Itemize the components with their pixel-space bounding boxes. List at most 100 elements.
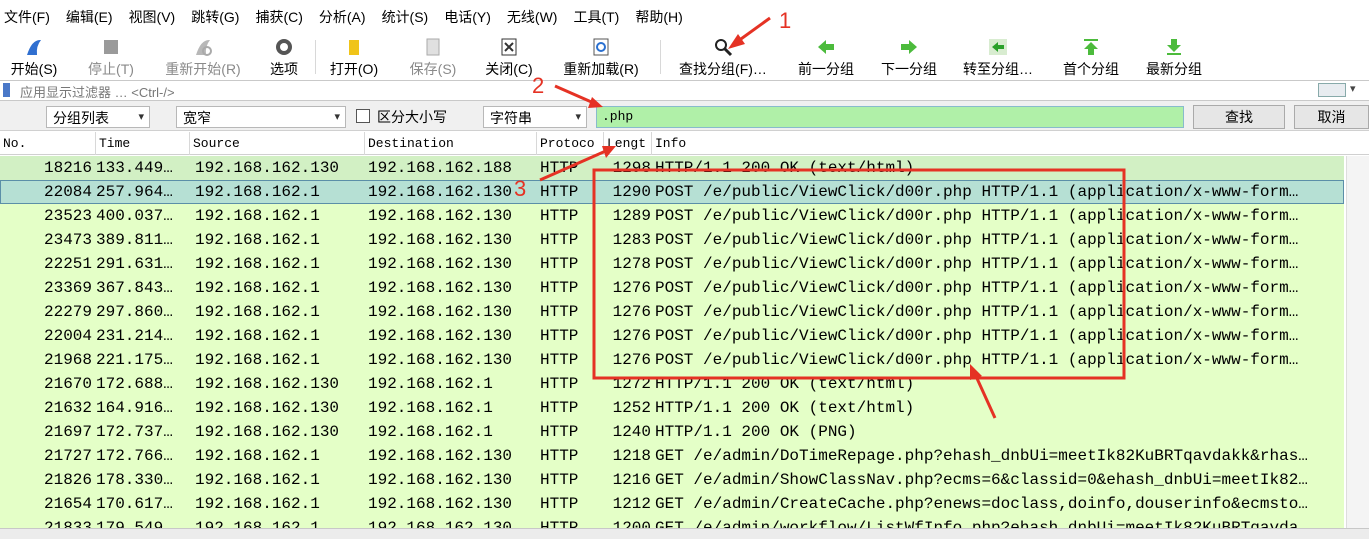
next-packet-label: 下一分组 bbox=[881, 61, 937, 77]
packet-row[interactable]: 21697 172.737… 192.168.162.130 192.168.162.… bbox=[0, 420, 1344, 444]
packet-row[interactable]: 21632 164.916… 192.168.162.130 192.168.162.… bbox=[0, 396, 1344, 420]
row-no: 21697 bbox=[43, 423, 92, 441]
row-length: 1276 bbox=[612, 303, 651, 321]
row-destination: 192.168.162.1 bbox=[368, 423, 493, 441]
row-length: 1216 bbox=[612, 471, 651, 489]
menu-go[interactable]: 跳转(G) bbox=[191, 7, 239, 27]
row-info: HTTP/1.1 200 OK (text/html) bbox=[655, 159, 915, 177]
menu-file[interactable]: 文件(F) bbox=[4, 7, 50, 27]
row-destination: 192.168.162.130 bbox=[368, 255, 513, 273]
row-length: 1290 bbox=[612, 183, 651, 201]
stop-capture-button[interactable]: 停止(T) bbox=[82, 34, 140, 80]
column-header-no[interactable]: No. bbox=[0, 132, 96, 155]
reload-file-button[interactable]: 重新加载(R) bbox=[557, 34, 645, 80]
row-source: 192.168.162.1 bbox=[195, 303, 320, 321]
column-header-protocol[interactable]: Protoco bbox=[537, 132, 604, 155]
menu-analyze[interactable]: 分析(A) bbox=[319, 7, 366, 27]
packet-row[interactable]: 21826 178.330… 192.168.162.1 192.168.162.13… bbox=[0, 468, 1344, 492]
row-source: 192.168.162.130 bbox=[195, 159, 340, 177]
column-header-source[interactable]: Source bbox=[190, 132, 365, 155]
apply-filter-arrow-icon[interactable] bbox=[1318, 83, 1346, 97]
display-filter-bar[interactable]: 应用显示过滤器 … <Ctrl-/> ▾ bbox=[0, 80, 1369, 101]
goto-packet-button[interactable]: 转至分组… bbox=[958, 34, 1038, 80]
row-info: POST /e/public/ViewClick/d00r.php HTTP/1… bbox=[655, 231, 1299, 249]
first-packet-button[interactable]: 首个分组 bbox=[1058, 34, 1124, 80]
column-header-info[interactable]: Info bbox=[652, 132, 1369, 155]
start-capture-label: 开始(S) bbox=[10, 61, 58, 77]
save-file-button[interactable]: 保存(S) bbox=[404, 34, 462, 80]
display-filter-input[interactable]: 应用显示过滤器 … <Ctrl-/> bbox=[20, 82, 175, 101]
packet-row[interactable]: 22279 297.860… 192.168.162.1 192.168.162.13… bbox=[0, 300, 1344, 324]
packet-row[interactable]: 22251 291.631… 192.168.162.1 192.168.162.13… bbox=[0, 252, 1344, 276]
cancel-button[interactable]: 取消 bbox=[1294, 105, 1369, 129]
bookmark-icon[interactable] bbox=[3, 83, 10, 97]
vertical-scrollbar[interactable] bbox=[1346, 156, 1369, 528]
prev-packet-label: 前一分组 bbox=[798, 61, 854, 77]
menu-help[interactable]: 帮助(H) bbox=[635, 7, 682, 27]
char-width-select[interactable]: 宽窄 ▾ bbox=[176, 106, 346, 128]
row-source: 192.168.162.130 bbox=[195, 399, 340, 417]
row-no: 21632 bbox=[43, 399, 92, 417]
row-protocol: HTTP bbox=[540, 447, 579, 465]
capture-options-button[interactable]: 选项 bbox=[264, 34, 304, 80]
menu-capture[interactable]: 捕获(C) bbox=[255, 7, 302, 27]
arrow-right-icon bbox=[899, 37, 919, 57]
row-length: 1276 bbox=[612, 351, 651, 369]
search-type-value: 字符串 bbox=[490, 110, 532, 126]
last-packet-button[interactable]: 最新分组 bbox=[1141, 34, 1207, 80]
menu-wireless[interactable]: 无线(W) bbox=[507, 7, 558, 27]
column-header-destination[interactable]: Destination bbox=[365, 132, 537, 155]
menu-edit[interactable]: 编辑(E) bbox=[66, 7, 113, 27]
toolbar-separator bbox=[315, 40, 316, 74]
search-scope-select[interactable]: 分组列表 ▾ bbox=[46, 106, 150, 128]
packet-row[interactable]: 22004 231.214… 192.168.162.1 192.168.162.13… bbox=[0, 324, 1344, 348]
row-time: 291.631… bbox=[96, 255, 173, 273]
row-time: 164.916… bbox=[96, 399, 173, 417]
packet-row[interactable]: 23473 389.811… 192.168.162.1 192.168.162.13… bbox=[0, 228, 1344, 252]
row-destination: 192.168.162.130 bbox=[368, 279, 513, 297]
packet-row[interactable]: 21727 172.766… 192.168.162.1 192.168.162.13… bbox=[0, 444, 1344, 468]
packet-row[interactable]: 22084 257.964… 192.168.162.1 192.168.162.13… bbox=[0, 180, 1344, 204]
row-no: 23473 bbox=[43, 231, 92, 249]
packet-row[interactable]: 18216 133.449… 192.168.162.130 192.168.162.… bbox=[0, 156, 1344, 180]
packet-row[interactable]: 21670 172.688… 192.168.162.130 192.168.162.… bbox=[0, 372, 1344, 396]
close-file-button[interactable]: 关闭(C) bbox=[480, 34, 538, 80]
menu-telephony[interactable]: 电话(Y) bbox=[444, 7, 491, 27]
row-protocol: HTTP bbox=[540, 471, 579, 489]
restart-capture-button[interactable]: 重新开始(R) bbox=[160, 34, 246, 80]
prev-packet-button[interactable]: 前一分组 bbox=[793, 34, 859, 80]
search-type-select[interactable]: 字符串 ▾ bbox=[483, 106, 587, 128]
goto-packet-label: 转至分组… bbox=[963, 61, 1033, 77]
packet-row[interactable]: 21654 170.617… 192.168.162.1 192.168.162.13… bbox=[0, 492, 1344, 516]
menu-view[interactable]: 视图(V) bbox=[129, 7, 176, 27]
row-destination: 192.168.162.130 bbox=[368, 495, 513, 513]
find-packet-button[interactable]: 查找分组(F)… bbox=[671, 34, 775, 80]
row-no: 22004 bbox=[43, 327, 92, 345]
next-packet-button[interactable]: 下一分组 bbox=[876, 34, 942, 80]
find-query-input[interactable]: .php bbox=[596, 106, 1184, 128]
annotation-number-2: 2 bbox=[532, 73, 545, 98]
packet-row[interactable]: 23369 367.843… 192.168.162.1 192.168.162.13… bbox=[0, 276, 1344, 300]
row-info: POST /e/public/ViewClick/d00r.php HTTP/1… bbox=[655, 255, 1299, 273]
case-sensitive-label: 区分大小写 bbox=[377, 109, 447, 125]
row-protocol: HTTP bbox=[540, 327, 579, 345]
start-capture-button[interactable]: 开始(S) bbox=[6, 34, 62, 80]
menu-bar: 文件(F) 编辑(E) 视图(V) 跳转(G) 捕获(C) 分析(A) 统计(S… bbox=[0, 0, 1369, 34]
column-header-length[interactable]: Lengt bbox=[604, 132, 652, 155]
row-time: 389.811… bbox=[96, 231, 173, 249]
open-file-button[interactable]: 打开(O) bbox=[326, 34, 382, 80]
save-file-label: 保存(S) bbox=[409, 61, 457, 77]
find-button[interactable]: 查找 bbox=[1193, 105, 1285, 129]
filter-dropdown-icon[interactable]: ▾ bbox=[1350, 82, 1356, 95]
packet-row[interactable]: 21833 179.549… 192.168.162.1 192.168.162.13… bbox=[0, 516, 1344, 528]
packet-row[interactable]: 23523 400.037… 192.168.162.1 192.168.162.13… bbox=[0, 204, 1344, 228]
menu-tools[interactable]: 工具(T) bbox=[573, 7, 619, 27]
row-protocol: HTTP bbox=[540, 375, 579, 393]
row-length: 1289 bbox=[612, 207, 651, 225]
packet-row[interactable]: 21968 221.175… 192.168.162.1 192.168.162.13… bbox=[0, 348, 1344, 372]
chevron-down-icon: ▾ bbox=[138, 111, 144, 123]
arrow-down-icon bbox=[1164, 37, 1184, 57]
case-sensitive-checkbox[interactable] bbox=[356, 109, 370, 123]
menu-statistics[interactable]: 统计(S) bbox=[382, 7, 429, 27]
column-header-time[interactable]: Time bbox=[96, 132, 190, 155]
